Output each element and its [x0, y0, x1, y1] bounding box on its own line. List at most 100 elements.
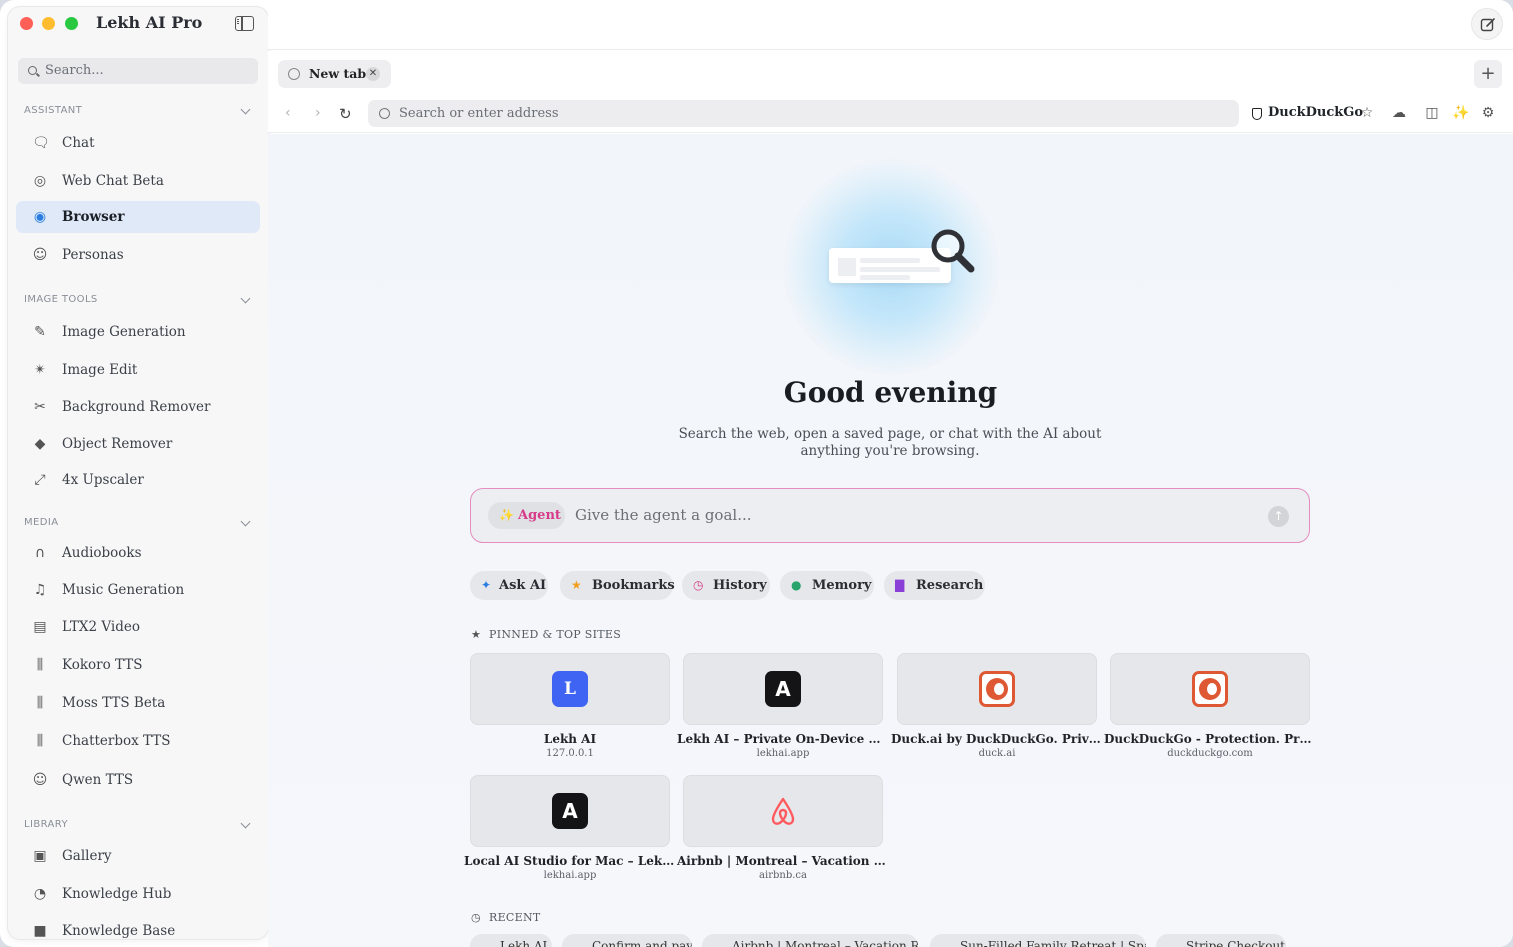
- sidebar-item-chat[interactable]: 🗨 Chat: [16, 127, 260, 159]
- cloud-icon[interactable]: ☁: [1390, 104, 1408, 122]
- sidebar-item-label: LTX2 Video: [62, 619, 140, 635]
- sidebar-item-label: Knowledge Base: [62, 923, 176, 939]
- top-bar: [268, 0, 1513, 50]
- sidebar-item-web-chat[interactable]: ◎ Web Chat Beta: [16, 165, 260, 197]
- globe-icon: [288, 68, 300, 80]
- recent-item[interactable]: Confirm and pay: [562, 934, 692, 947]
- lekh-ai-app-logo-icon: A: [552, 793, 588, 829]
- pinned-site-tile[interactable]: Duck.ai by DuckDuckGo. Private... duck.a…: [891, 653, 1103, 763]
- send-arrow-icon[interactable]: ↑: [1268, 506, 1289, 527]
- sparkle-icon: ✴: [34, 362, 46, 378]
- quick-action-memory[interactable]: ● Memory: [780, 571, 874, 600]
- quick-action-label: Memory: [812, 578, 872, 593]
- sidebar-item-audiobooks[interactable]: ∩ Audiobooks: [16, 537, 260, 569]
- pinned-site-tile[interactable]: A Lekh AI – Private On-Device AI fo... l…: [677, 653, 889, 763]
- chevron-down-icon[interactable]: [240, 293, 251, 304]
- quick-action-ask-ai[interactable]: ✦ Ask AI: [470, 571, 548, 600]
- sidebar-item-background-remover[interactable]: ✂ Background Remover: [16, 391, 260, 423]
- sidebar-item-label: Music Generation: [62, 582, 185, 598]
- sidebar-item-music-generation[interactable]: ♫ Music Generation: [16, 574, 260, 606]
- sidebar-toggle-icon[interactable]: [235, 16, 254, 31]
- music-list-icon: ♫: [33, 582, 47, 598]
- zoom-window-button[interactable]: [65, 17, 78, 30]
- quick-action-research[interactable]: ▇ Research: [884, 571, 985, 600]
- quick-action-label: Ask AI: [499, 578, 547, 593]
- sidebar-item-ltx2-video[interactable]: ▤ LTX2 Video: [16, 611, 260, 643]
- close-tab-icon[interactable]: ✕: [366, 67, 380, 81]
- clock-icon: ◷: [471, 911, 481, 924]
- sparkle-icon[interactable]: ✨: [1452, 104, 1470, 122]
- pinned-site-tile[interactable]: Airbnb | Montreal – Vacation Rent... air…: [677, 775, 889, 885]
- tab-new-tab[interactable]: New tab ✕: [278, 60, 391, 88]
- search-engine-selector[interactable]: DuckDuckGo: [1252, 105, 1363, 120]
- sidebar-item-browser[interactable]: ◉ Browser: [16, 201, 260, 233]
- tab-bar: New tab ✕ +: [268, 51, 1513, 97]
- sidebar-item-object-remover[interactable]: ◆ Object Remover: [16, 428, 260, 460]
- sidebar-item-knowledge-hub[interactable]: ◔ Knowledge Hub: [16, 878, 260, 910]
- back-icon[interactable]: ‹: [285, 105, 291, 121]
- minimize-window-button[interactable]: [42, 17, 55, 30]
- agent-input-box[interactable]: ✨ Agent Give the agent a goal... ↑: [470, 488, 1310, 543]
- chevron-down-icon[interactable]: [240, 818, 251, 829]
- masks-icon: ☺: [32, 247, 48, 263]
- head-icon: ◔: [33, 886, 47, 902]
- new-tab-button[interactable]: +: [1474, 60, 1502, 88]
- quick-action-history[interactable]: ◷ History: [682, 571, 770, 600]
- chart-icon: ▇: [895, 578, 905, 592]
- pinned-site-tile[interactable]: DuckDuckGo - Protection. Privacy... duck…: [1104, 653, 1316, 763]
- sidebar-item-gallery[interactable]: ▣ Gallery: [16, 840, 260, 872]
- pinned-site-tile[interactable]: L Lekh AI 127.0.0.1: [470, 653, 670, 763]
- sidebar-panel-icon[interactable]: ◫: [1423, 104, 1441, 122]
- sparkle-icon: ✦: [481, 578, 492, 592]
- chevron-down-icon[interactable]: [240, 104, 251, 115]
- sidebar-item-image-edit[interactable]: ✴ Image Edit: [16, 354, 260, 386]
- sidebar-item-label: Chatterbox TTS: [62, 733, 171, 749]
- sidebar-item-label: Gallery: [62, 848, 112, 864]
- brain-icon: ●: [791, 578, 802, 592]
- chevron-down-icon[interactable]: [240, 516, 251, 527]
- site-url: duck.ai: [978, 748, 1016, 759]
- sidebar-item-chatterbox-tts[interactable]: ⫼ Chatterbox TTS: [16, 725, 260, 757]
- recent-section-title: RECENT: [489, 911, 541, 924]
- sidebar-item-image-generation[interactable]: ✎ Image Generation: [16, 316, 260, 348]
- sidebar-item-personas[interactable]: ☺ Personas: [16, 239, 260, 271]
- pinned-site-tile[interactable]: A Local AI Studio for Mac – Lekh AI... l…: [464, 775, 676, 885]
- site-url: airbnb.ca: [759, 870, 807, 881]
- recent-item[interactable]: Airbnb | Montreal – Vacation R...: [702, 934, 918, 947]
- agent-mode-chip[interactable]: ✨ Agent: [488, 502, 565, 529]
- search-engine-label: DuckDuckGo: [1268, 105, 1364, 120]
- quick-action-bookmarks[interactable]: ★ Bookmarks: [560, 571, 675, 600]
- sidebar-item-upscaler[interactable]: ⤢ 4x Upscaler: [16, 464, 260, 496]
- sidebar-item-kokoro-tts[interactable]: ⫼ Kokoro TTS: [16, 649, 260, 681]
- sidebar-item-knowledge-base[interactable]: ■ Knowledge Base: [16, 915, 260, 939]
- compose-icon: [1480, 18, 1495, 32]
- duckduckgo-logo-icon: [979, 671, 1015, 707]
- compose-button[interactable]: [1471, 8, 1503, 40]
- sidebar-item-label: Kokoro TTS: [62, 657, 143, 673]
- new-tab-page: Good evening Search the web, open a save…: [268, 134, 1513, 947]
- compass-icon: ◎: [33, 173, 47, 189]
- close-window-button[interactable]: [20, 17, 33, 30]
- address-input[interactable]: Search or enter address: [368, 100, 1239, 127]
- site-url: lekhai.app: [756, 748, 810, 759]
- recent-item[interactable]: Lekh AI: [470, 934, 552, 947]
- sidebar-search-input[interactable]: Search...: [18, 58, 258, 84]
- address-placeholder: Search or enter address: [399, 106, 559, 121]
- sidebar-item-qwen-tts[interactable]: ☺ Qwen TTS: [16, 764, 260, 796]
- reload-icon[interactable]: ↻: [339, 105, 352, 123]
- chat-bubbles-icon: 🗨: [32, 135, 50, 151]
- waveform-icon: ⫼: [36, 733, 44, 749]
- agent-goal-input[interactable]: Give the agent a goal...: [575, 506, 752, 524]
- sidebar-item-label: Knowledge Hub: [62, 886, 172, 902]
- forward-icon[interactable]: ›: [315, 105, 321, 121]
- site-url: lekhai.app: [543, 870, 597, 881]
- recent-item[interactable]: Stripe Checkout: [1156, 934, 1286, 947]
- gear-icon[interactable]: ⚙: [1479, 104, 1497, 122]
- recent-item[interactable]: Sun-Filled Family Retreat | Spa...: [930, 934, 1146, 947]
- star-icon[interactable]: ☆: [1358, 104, 1376, 122]
- sidebar-item-moss-tts[interactable]: ⫼ Moss TTS Beta: [16, 687, 260, 719]
- section-image-tools: IMAGE TOOLS: [24, 294, 98, 305]
- sidebar-search-placeholder: Search...: [45, 63, 104, 78]
- sidebar-item-label: Audiobooks: [62, 545, 142, 561]
- scissors-icon: ✂: [34, 399, 46, 415]
